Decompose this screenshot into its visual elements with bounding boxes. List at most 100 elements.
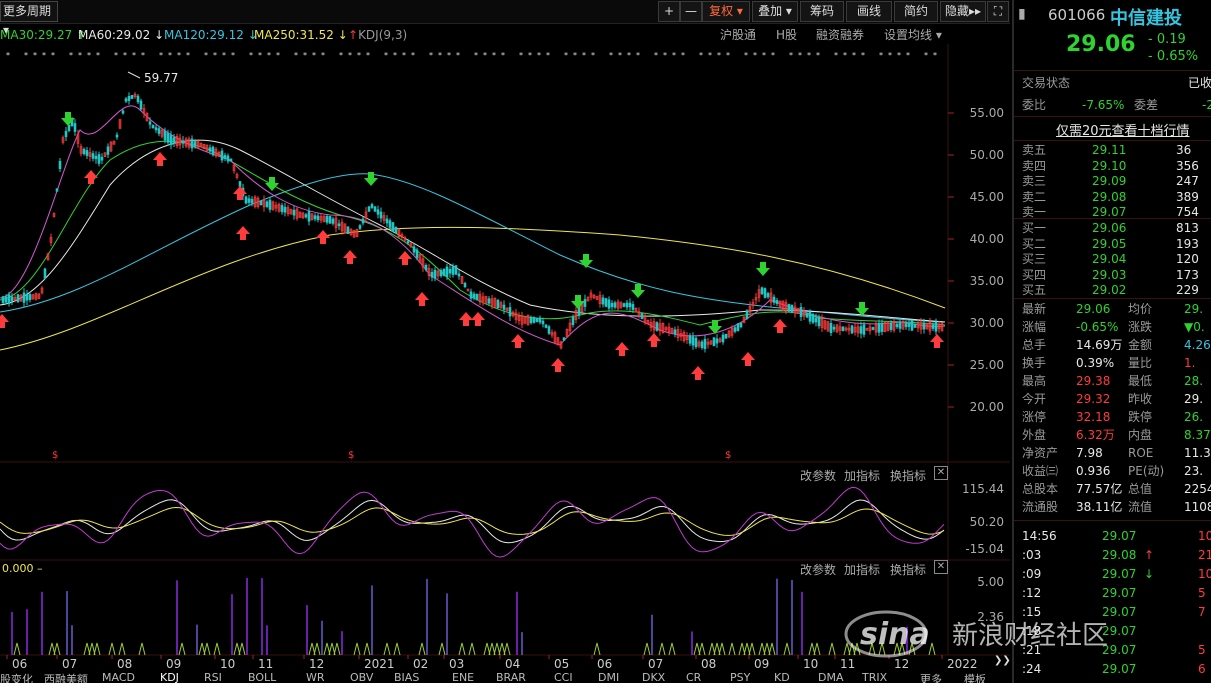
indicator-tab[interactable]: WR bbox=[306, 671, 325, 683]
sell-signal-icon bbox=[756, 262, 770, 276]
watermark-text: 新浪财经社区 bbox=[952, 621, 1108, 651]
candle-body bbox=[772, 296, 776, 303]
indicator-tab[interactable]: 股变化 bbox=[0, 671, 33, 683]
stat-label: 最高 bbox=[1022, 374, 1047, 388]
candle-body bbox=[604, 298, 608, 307]
indicator-tab[interactable]: OBV bbox=[350, 671, 373, 683]
signal-mark: * bbox=[312, 51, 316, 60]
hide-button[interactable]: 隐藏▸▸ bbox=[940, 1, 986, 22]
indicator-spike bbox=[363, 642, 371, 656]
vol-add-indicator[interactable]: 加指标 bbox=[844, 561, 880, 578]
candle-body bbox=[115, 134, 119, 138]
candle-body bbox=[265, 201, 269, 207]
stat-value: 0.39% bbox=[1076, 356, 1115, 370]
period-dropdown[interactable]: 更多周期 ▾ bbox=[0, 1, 58, 37]
candle-body bbox=[745, 310, 749, 319]
overlay-dropdown[interactable]: 叠加 ▾ bbox=[752, 1, 798, 22]
weicha-label: 委差 bbox=[1134, 98, 1159, 112]
indicator-tab[interactable]: 更多 bbox=[920, 671, 942, 683]
chips-button[interactable]: 筹码 bbox=[800, 1, 844, 22]
candle-body bbox=[739, 322, 743, 328]
candle-body bbox=[229, 158, 233, 162]
candle-body bbox=[763, 288, 767, 298]
candle-body bbox=[292, 209, 296, 216]
indicator-tab[interactable]: ENE bbox=[452, 671, 474, 683]
trade-status-row: 交易状态 已收 bbox=[1022, 74, 1211, 92]
stat-value: 32.18 bbox=[1076, 410, 1111, 424]
indicator-tab[interactable]: PSY bbox=[730, 671, 750, 683]
indicator-spike bbox=[718, 642, 726, 656]
fuquan-dropdown[interactable]: 复权 ▾ bbox=[702, 1, 750, 22]
candle-body bbox=[535, 318, 539, 322]
stat-value: 1108 bbox=[1184, 500, 1211, 514]
signal-mark: * bbox=[6, 51, 10, 60]
indicator-tab[interactable]: KD bbox=[774, 671, 790, 683]
signal-mark: * bbox=[267, 51, 271, 60]
level2-promo-link[interactable]: 仅需20元查看十档行情 bbox=[1056, 120, 1190, 139]
buy-signal-icon bbox=[153, 152, 167, 166]
candle-body bbox=[712, 337, 716, 347]
signal-mark: * bbox=[357, 51, 361, 60]
link-hgt[interactable]: 沪股通 bbox=[720, 26, 756, 44]
stat-label: 量比 bbox=[1128, 356, 1153, 370]
signal-mark: * bbox=[708, 51, 712, 60]
indicator-tab[interactable]: DKX bbox=[642, 671, 665, 683]
indicator-tab[interactable]: KDJ bbox=[160, 671, 179, 683]
zoom-out-button[interactable]: — bbox=[680, 1, 702, 22]
kline-chart[interactable]: * * * * * * * * * * * * * * * * * * * * * * * * * * * * * * * * * * * * * * * *… bbox=[0, 44, 1010, 683]
indicator-tab[interactable]: CCI bbox=[554, 671, 573, 683]
indicator-tab[interactable]: DMA bbox=[818, 671, 844, 683]
indicator-tab[interactable]: BIAS bbox=[394, 671, 419, 683]
indicator-tab[interactable]: DMI bbox=[598, 671, 619, 683]
candle-body bbox=[640, 313, 644, 319]
candle-body bbox=[487, 298, 491, 304]
candle-body bbox=[97, 154, 101, 164]
candle-body bbox=[379, 211, 383, 219]
indicator-tab[interactable]: BRAR bbox=[496, 671, 526, 683]
month-label: 03 bbox=[449, 657, 464, 671]
signal-mark: * bbox=[276, 51, 280, 60]
month-label: 04 bbox=[505, 657, 520, 671]
hide-label: 隐藏 bbox=[944, 4, 969, 18]
candle-body bbox=[283, 206, 287, 213]
arrow-down-icon: ↓ bbox=[337, 28, 348, 42]
kdj-edit-params[interactable]: 改参数 bbox=[800, 467, 836, 484]
signal-mark: * bbox=[348, 51, 352, 60]
candle-body bbox=[220, 150, 224, 161]
link-hshare[interactable]: H股 bbox=[776, 26, 797, 44]
kdj-switch-indicator[interactable]: 换指标 bbox=[890, 467, 926, 484]
close-icon[interactable]: ✕ bbox=[934, 466, 948, 480]
buy-signal-icon bbox=[741, 352, 755, 366]
stock-name: 中信建投 bbox=[1110, 8, 1182, 29]
indicator-spike bbox=[593, 642, 601, 656]
signal-markers bbox=[0, 112, 944, 380]
fullscreen-icon[interactable]: ⛶ bbox=[987, 1, 1009, 22]
menu-icon[interactable]: ▮ bbox=[1018, 6, 1026, 22]
candle-body bbox=[373, 206, 377, 212]
vol-edit-params[interactable]: 改参数 bbox=[800, 561, 836, 578]
link-margin[interactable]: 融资融券 bbox=[816, 26, 864, 44]
simple-mode-button[interactable]: 简约 bbox=[894, 1, 938, 22]
candle-body bbox=[358, 225, 362, 229]
kdj-add-indicator[interactable]: 加指标 bbox=[844, 467, 880, 484]
draw-line-button[interactable]: 画线 bbox=[846, 1, 892, 22]
indicator-tab[interactable]: MACD bbox=[102, 671, 135, 683]
kdj-tick-label: 115.44 bbox=[962, 482, 1004, 496]
candle-body bbox=[154, 127, 158, 131]
stat-label: 均价 bbox=[1128, 302, 1153, 316]
indicator-tab[interactable]: TRIX bbox=[862, 671, 887, 683]
indicator-tab[interactable]: 模板 bbox=[964, 671, 986, 683]
indicator-tab[interactable]: 西融美额 bbox=[44, 671, 88, 683]
zoom-in-button[interactable]: + bbox=[658, 1, 680, 22]
candle-body bbox=[610, 302, 614, 308]
indicator-tab[interactable]: RSI bbox=[204, 671, 222, 683]
link-ma-settings[interactable]: 设置均线 ▾ bbox=[884, 26, 942, 44]
stat-label: ROE bbox=[1128, 446, 1154, 460]
stat-label: 最新 bbox=[1022, 302, 1047, 316]
candle-body bbox=[163, 130, 167, 141]
vol-switch-indicator[interactable]: 换指标 bbox=[890, 561, 926, 578]
indicator-tab[interactable]: BOLL bbox=[248, 671, 276, 683]
indicator-tab[interactable]: CR bbox=[686, 671, 701, 683]
close-icon[interactable]: ✕ bbox=[934, 560, 948, 574]
signal-mark: * bbox=[339, 51, 343, 60]
